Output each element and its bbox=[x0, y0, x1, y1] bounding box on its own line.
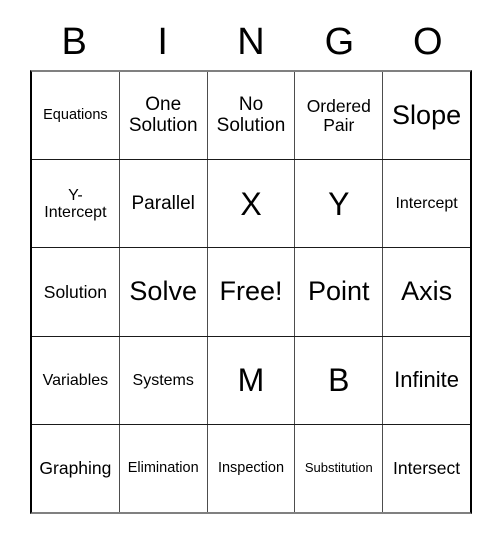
bingo-card: B I N G O Equations One Solution No Solu… bbox=[0, 0, 500, 544]
bingo-cell[interactable]: Substitution bbox=[295, 424, 384, 513]
bingo-cell-label: Graphing bbox=[39, 457, 112, 478]
bingo-cell[interactable]: No Solution bbox=[207, 72, 296, 160]
bingo-cell[interactable]: Solve bbox=[119, 248, 208, 336]
bingo-cell[interactable]: One Solution bbox=[119, 72, 208, 160]
bingo-cell[interactable]: Intersect bbox=[383, 424, 470, 513]
header-letter-o: O bbox=[413, 21, 443, 63]
header-letter-b: B bbox=[61, 21, 87, 63]
bingo-cell[interactable]: Variables bbox=[32, 336, 120, 424]
bingo-cell[interactable]: Slope bbox=[383, 72, 470, 160]
bingo-cell[interactable]: Infinite bbox=[383, 336, 470, 424]
bingo-cell[interactable]: Ordered Pair bbox=[295, 72, 384, 160]
bingo-cell[interactable]: Elimination bbox=[119, 424, 208, 513]
bingo-cell[interactable]: Equations bbox=[32, 72, 120, 160]
free-space-label: Free! bbox=[219, 276, 283, 307]
bingo-cell[interactable]: X bbox=[207, 160, 296, 248]
bingo-cell-label: No Solution bbox=[216, 94, 286, 136]
bingo-cell-label: Point bbox=[308, 276, 370, 307]
bingo-header-row: B I N G O bbox=[30, 14, 472, 70]
bingo-cell[interactable]: Intercept bbox=[383, 160, 470, 248]
bingo-row: Variables Systems M B Infinite bbox=[32, 336, 470, 425]
bingo-cell-label: X bbox=[240, 185, 262, 222]
header-letter-n: N bbox=[237, 21, 265, 63]
bingo-row: Y- Intercept Parallel X Y Intercept bbox=[32, 160, 470, 249]
bingo-cell[interactable]: M bbox=[207, 336, 296, 424]
header-letter-g: G bbox=[324, 21, 355, 63]
bingo-cell[interactable]: Parallel bbox=[119, 160, 208, 248]
bingo-cell-label: Infinite bbox=[394, 367, 459, 393]
bingo-row: Graphing Elimination Inspection Substitu… bbox=[32, 424, 470, 513]
bingo-cell-label: Ordered Pair bbox=[306, 95, 371, 135]
bingo-cell[interactable]: Axis bbox=[383, 248, 470, 336]
bingo-cell-label: Systems bbox=[132, 371, 194, 389]
bingo-cell-label: M bbox=[237, 361, 265, 398]
bingo-cell-label: Intercept bbox=[395, 195, 458, 213]
bingo-cell[interactable]: Systems bbox=[119, 336, 208, 424]
bingo-row: Equations One Solution No Solution Order… bbox=[32, 72, 470, 161]
bingo-cell[interactable]: Point bbox=[295, 248, 384, 336]
bingo-cell-label: Y bbox=[328, 185, 350, 222]
bingo-cell-label: Parallel bbox=[131, 192, 195, 214]
bingo-row: Solution Solve Free! Point Axis bbox=[32, 248, 470, 337]
bingo-cell[interactable]: B bbox=[295, 336, 384, 424]
header-letter-i: I bbox=[157, 21, 168, 63]
bingo-cell-label: Elimination bbox=[127, 459, 199, 476]
bingo-cell-label: Solve bbox=[129, 276, 197, 307]
bingo-cell-label: Substitution bbox=[304, 460, 373, 476]
bingo-cell-label: B bbox=[328, 361, 350, 398]
bingo-cell-label: Y- Intercept bbox=[44, 186, 107, 221]
bingo-cell-label: Equations bbox=[43, 106, 108, 123]
bingo-cell[interactable]: Y bbox=[295, 160, 384, 248]
bingo-grid: Equations One Solution No Solution Order… bbox=[30, 70, 472, 514]
bingo-cell-label: One Solution bbox=[128, 94, 198, 136]
bingo-cell-label: Intersect bbox=[393, 457, 461, 478]
bingo-cell-label: Inspection bbox=[217, 459, 285, 476]
bingo-cell[interactable]: Solution bbox=[32, 248, 120, 336]
bingo-cell-label: Variables bbox=[42, 371, 109, 389]
bingo-cell-label: Slope bbox=[392, 100, 462, 131]
bingo-cell[interactable]: Inspection bbox=[207, 424, 296, 513]
bingo-cell-label: Solution bbox=[43, 281, 108, 302]
bingo-cell-free-space[interactable]: Free! bbox=[207, 248, 296, 336]
bingo-cell[interactable]: Graphing bbox=[32, 424, 120, 513]
bingo-cell[interactable]: Y- Intercept bbox=[32, 160, 120, 248]
bingo-cell-label: Axis bbox=[401, 276, 453, 307]
